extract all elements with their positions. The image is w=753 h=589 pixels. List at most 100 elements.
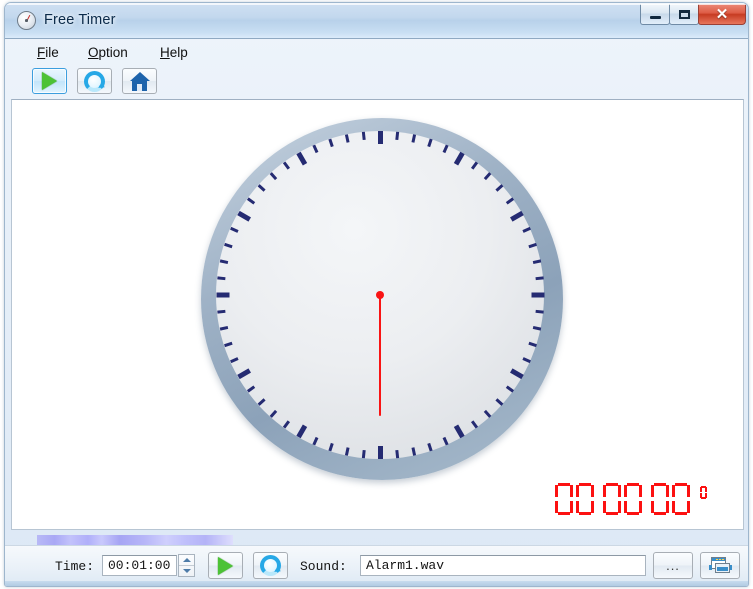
close-button[interactable]: ✕ [698,4,746,25]
clock-tick-major [509,368,524,380]
bottom-reset-button[interactable] [253,552,288,579]
menu-item-file[interactable]: File [33,43,63,62]
clock-tick-minor [534,276,544,281]
play-icon [218,556,233,575]
lcd-segment-e [603,501,607,513]
sound-input[interactable]: Alarm1.wav [360,555,646,576]
window-controls: ✕ [640,4,746,26]
clock-tick-minor [269,172,277,181]
clock-hand [378,295,382,416]
home-button[interactable] [122,68,157,94]
gauge-hub [25,19,28,22]
clock-tick-major [377,446,383,459]
start-timer-button[interactable] [32,68,67,94]
clock-tick-major [295,151,307,166]
analog-clock [201,118,563,480]
lcd-segment-e [672,501,676,513]
clock-tick-minor [344,447,350,456]
minimize-icon [649,15,661,19]
clock-tick-minor [257,398,266,406]
clock-tick-major [453,424,465,439]
lcd-digit [576,483,594,515]
clock-tick-minor [269,409,277,418]
bottom-start-button[interactable] [208,552,243,579]
screen-tab-left [708,565,712,570]
clock-face [216,131,544,459]
title-bar: Free Timer ✕ [5,3,748,39]
stepper-up[interactable] [179,555,194,565]
play-icon [42,72,57,90]
screen-mode-button[interactable] [700,552,740,579]
clock-tick-minor [410,134,416,143]
lcd-segment-d [627,511,639,515]
screen-window-icon [708,557,732,574]
lcd-segment-f [576,485,580,497]
clock-tick-minor [246,385,255,393]
lcd-minutes [603,483,642,515]
menu-accel-option: O [88,45,99,60]
time-input[interactable]: 00:01:00 [102,555,177,576]
clock-tick-minor [394,131,399,141]
lcd-segment-d [606,511,618,515]
clock-tick-minor [483,172,491,181]
refresh-icon [260,555,283,576]
clock-tick-minor [327,442,334,452]
clock-tick-major [509,210,524,222]
lcd-segment-b [638,485,642,497]
lcd-segment-e [624,501,628,513]
time-stepper[interactable] [178,554,195,577]
stepper-down[interactable] [179,565,194,576]
menu-item-help[interactable]: Help [156,43,192,62]
menu-item-option[interactable]: Option [84,43,132,62]
refresh-icon [84,70,107,92]
clock-tick-minor [470,420,478,429]
lcd-segment-c [638,501,642,513]
timer-canvas [11,99,744,530]
clock-tick-minor [219,259,228,265]
lcd-segment-b [569,485,573,497]
clock-tick-minor [521,226,531,233]
app-root: Free Timer ✕ File Option Help Time: 00:0… [0,0,753,589]
lcd-digit [672,483,690,515]
clock-tick-minor [229,226,239,233]
minimize-button[interactable] [640,4,670,25]
maximize-button[interactable] [669,4,699,25]
bottom-bar: Time: 00:01:00 Sound: Alarm1.wav ... [5,545,748,586]
screen-window-titlebar [711,558,725,561]
clock-tick-minor [361,449,366,459]
lcd-segment-f [555,485,559,497]
lcd-segment-c [686,501,690,513]
window-title: Free Timer [44,12,116,28]
lcd-segment-f [672,485,676,497]
lcd-segment-b [590,485,594,497]
free-timer-window: Free Timer ✕ File Option Help Time: 00:0… [4,2,749,587]
lcd-segment-d [701,497,706,499]
chevron-up-icon [182,558,191,562]
clock-tick-minor [442,144,449,154]
clock-tick-minor [327,138,334,148]
clock-tick-minor [344,134,350,143]
menu-rest-file: ile [45,45,59,60]
clock-tick-minor [532,259,541,265]
clock-hub [376,291,384,299]
clock-tick-minor [282,420,290,429]
home-icon [129,71,150,91]
clock-tick-minor [426,138,433,148]
lcd-digit [603,483,621,515]
clock-tick-major [236,210,251,222]
lcd-segment-e [576,501,580,513]
browse-sound-button[interactable]: ... [653,552,693,579]
lcd-segment-b [617,485,621,497]
lcd-segment-d [579,511,591,515]
clock-tick-minor [311,144,318,154]
lcd-segment-b [686,485,690,497]
lcd-digit [651,483,669,515]
clock-tick-major [216,292,229,298]
clock-tick-minor [494,184,503,192]
lcd-segment-a [558,483,570,487]
clock-tick-minor [311,436,318,446]
lcd-digit [624,483,642,515]
clock-tick-minor [505,197,514,205]
clock-tick-major [377,131,383,144]
reset-timer-button[interactable] [77,68,112,94]
